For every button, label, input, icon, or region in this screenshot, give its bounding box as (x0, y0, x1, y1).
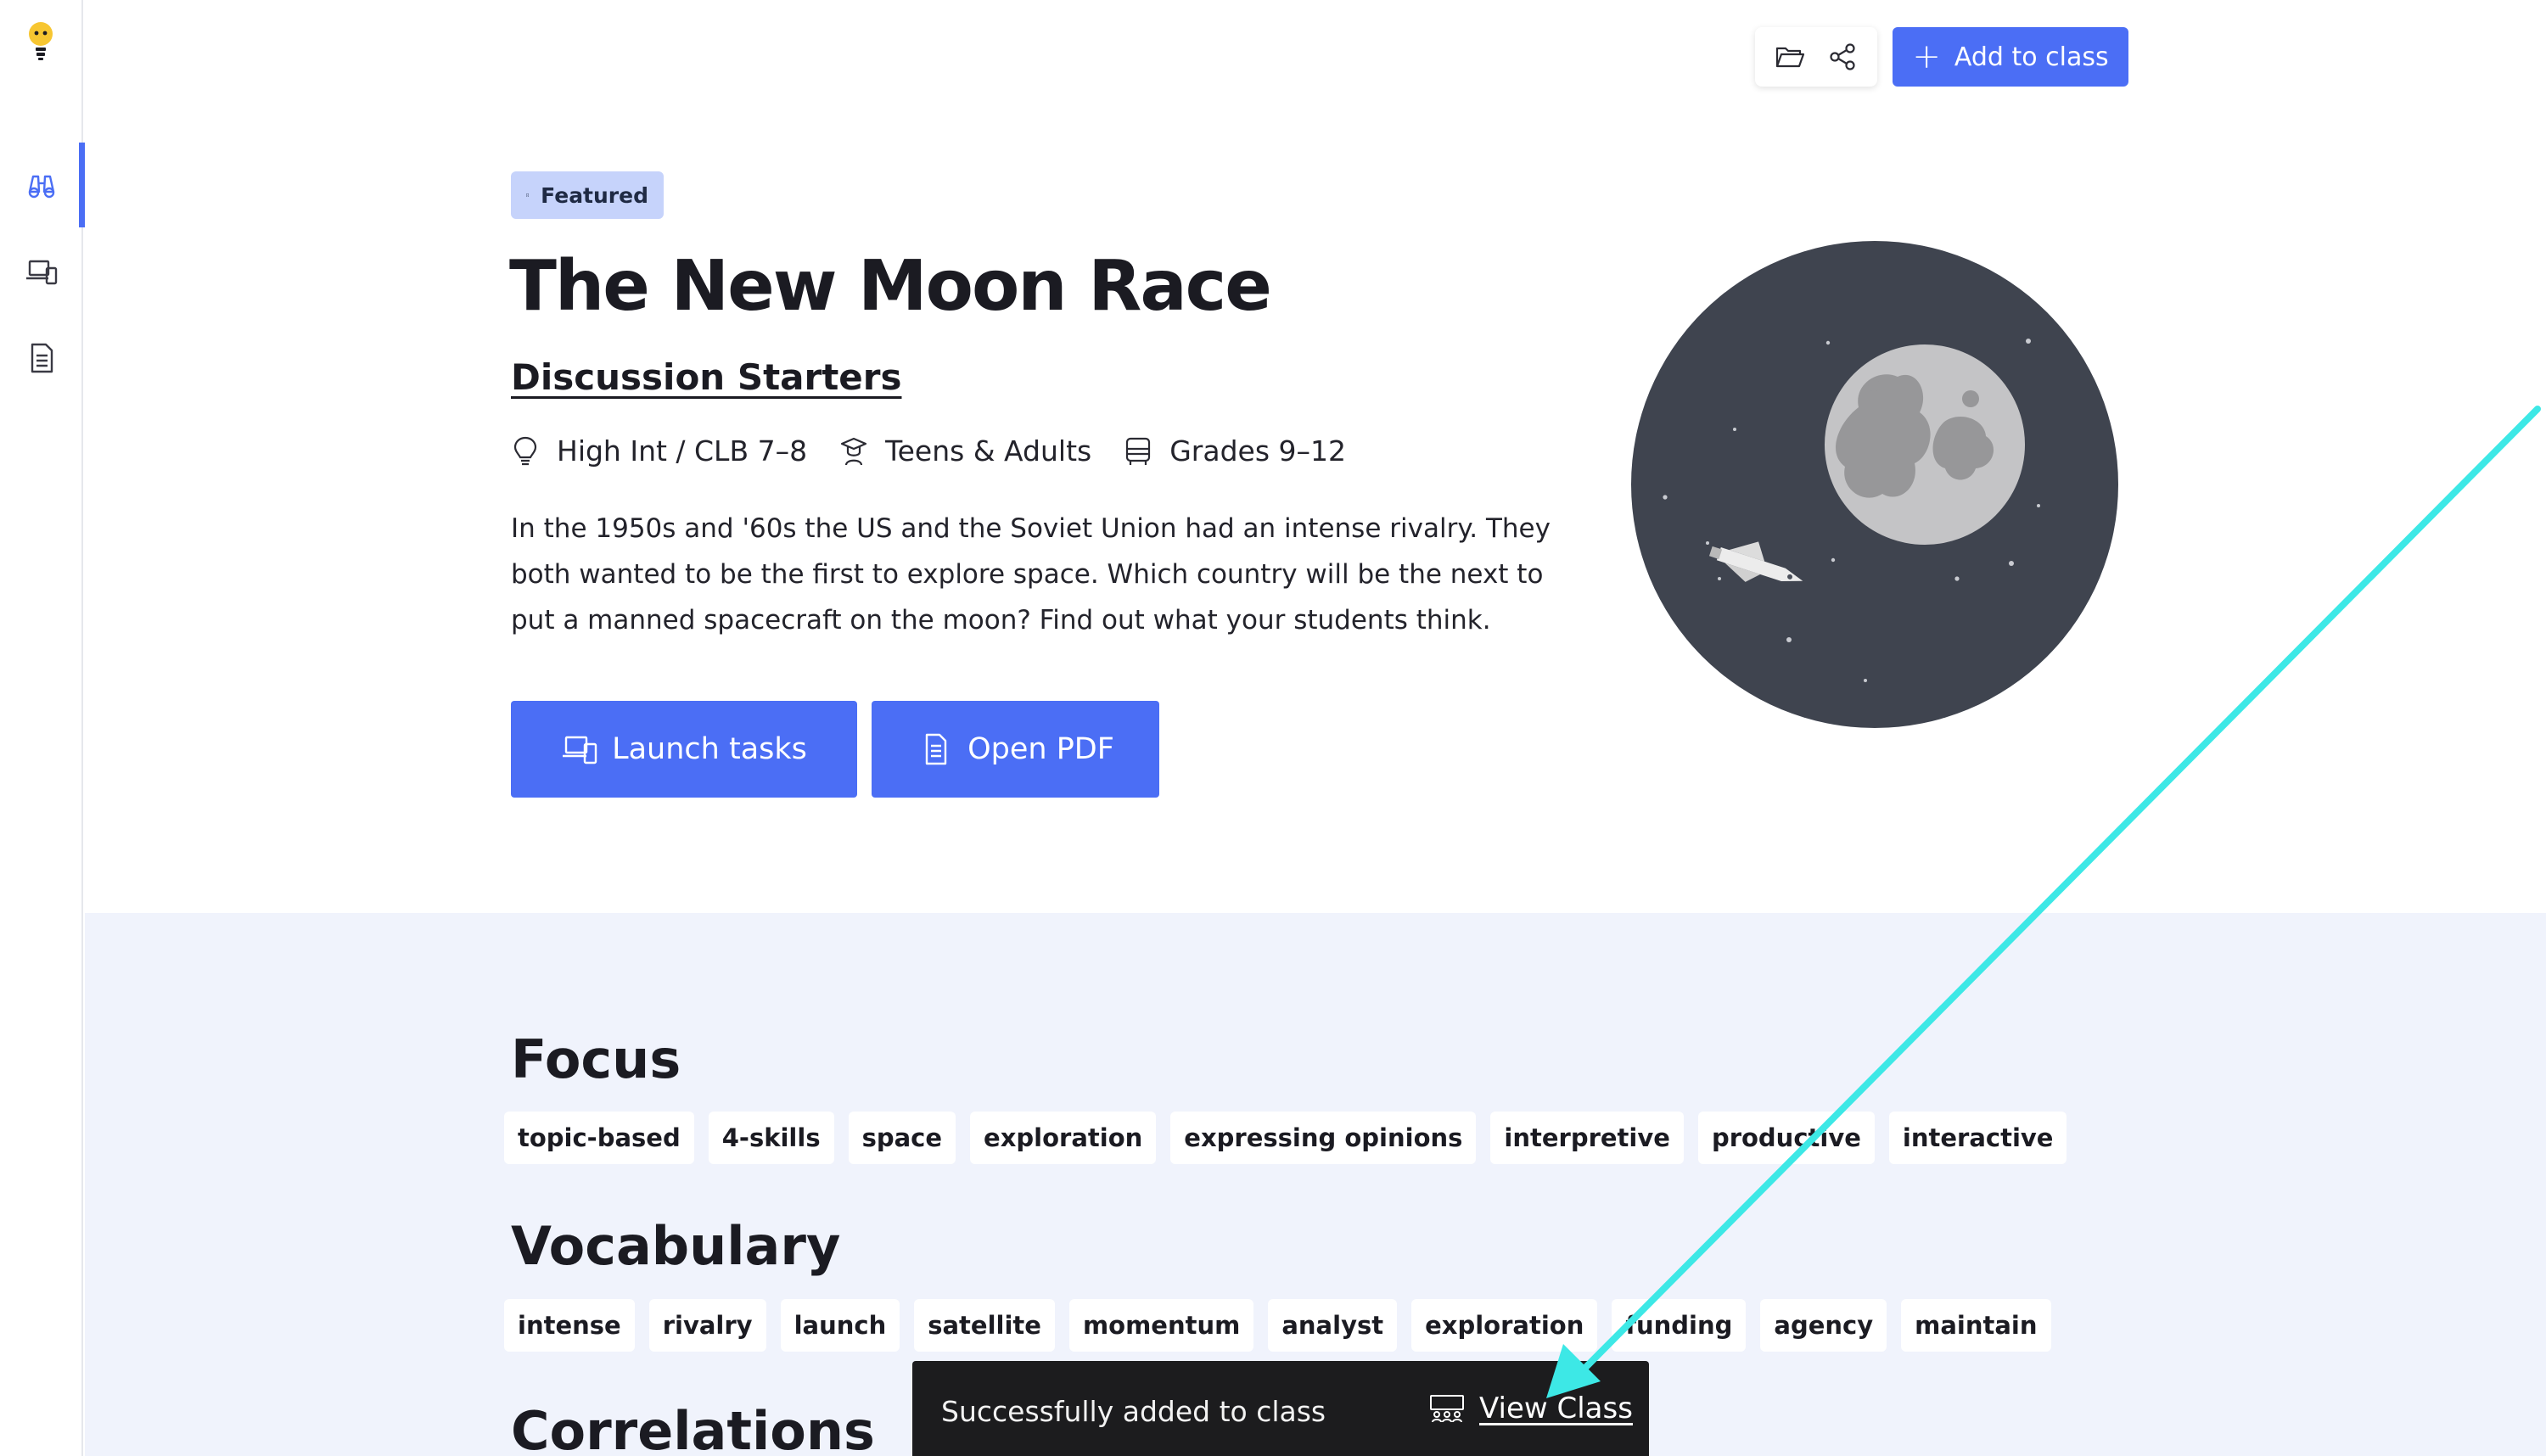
audience-info: Teens & Adults (839, 434, 1091, 468)
focus-tag[interactable]: topic-based (504, 1112, 694, 1164)
bus-icon (1126, 437, 1151, 465)
grades-text: Grades 9–12 (1169, 434, 1346, 468)
folder-button[interactable] (1766, 33, 1814, 81)
focus-tag[interactable]: productive (1697, 1112, 1875, 1164)
launch-tasks-button[interactable]: Launch tasks (511, 701, 857, 798)
focus-tag[interactable]: interpretive (1490, 1112, 1684, 1164)
devices-icon (26, 260, 58, 285)
add-to-class-label: Add to class (1954, 42, 2109, 72)
focus-tag[interactable]: space (848, 1112, 956, 1164)
audience-text: Teens & Adults (885, 434, 1092, 468)
launch-tasks-label: Launch tasks (612, 732, 807, 766)
nav-explore[interactable] (0, 143, 85, 227)
vocabulary-tag[interactable]: intense (504, 1299, 635, 1352)
document-icon (925, 733, 947, 765)
vocabulary-tag[interactable]: exploration (1411, 1299, 1598, 1352)
category-link[interactable]: Discussion Starters (511, 356, 901, 398)
graduate-icon (840, 437, 867, 465)
focus-tags: topic-based 4-skills space exploration e… (504, 1112, 2067, 1164)
grades-info: Grades 9–12 (1124, 434, 1346, 468)
document-icon (31, 343, 53, 373)
folder-icon (1775, 47, 1805, 68)
nav-documents[interactable] (0, 316, 83, 400)
binoculars-icon (28, 175, 55, 199)
vocabulary-heading: Vocabulary (511, 1215, 841, 1277)
share-icon (1830, 43, 1855, 70)
open-pdf-label: Open PDF (967, 732, 1114, 766)
level-info: High Int / CLB 7–8 (511, 434, 807, 468)
lightbulb-icon (513, 436, 537, 465)
lesson-title: The New Moon Race (509, 246, 1272, 327)
vocabulary-tag[interactable]: satellite (914, 1299, 1055, 1352)
vocabulary-tag[interactable]: rivalry (648, 1299, 766, 1352)
focus-tag[interactable]: exploration (970, 1112, 1157, 1164)
lightbulb-logo-icon[interactable] (24, 19, 58, 63)
classroom-icon (1430, 1395, 1464, 1423)
featured-label: Featured (541, 182, 648, 208)
focus-tag[interactable]: expressing opinions (1170, 1112, 1477, 1164)
vocabulary-tag[interactable]: launch (780, 1299, 900, 1352)
view-class-label: View Class (1479, 1392, 1633, 1425)
action-group (1755, 27, 1877, 87)
focus-tag[interactable]: 4-skills (708, 1112, 834, 1164)
nav-tasks[interactable] (0, 229, 83, 314)
featured-badge: Featured (511, 171, 664, 219)
add-to-class-button[interactable]: + Add to class (1893, 27, 2128, 87)
vocabulary-tag[interactable]: agency (1760, 1299, 1887, 1352)
open-pdf-button[interactable]: Open PDF (872, 701, 1159, 798)
view-class-link[interactable]: View Class (1428, 1392, 1633, 1425)
level-text: High Int / CLB 7–8 (557, 434, 808, 468)
sidebar (0, 0, 85, 1456)
vocabulary-tags: intense rivalry launch satellite momentu… (504, 1299, 2051, 1352)
devices-icon (563, 736, 597, 764)
plus-icon: + (1912, 37, 1941, 76)
success-snackbar: Successfully added to class View Class (912, 1361, 1649, 1456)
focus-heading: Focus (511, 1028, 681, 1090)
lesson-description: In the 1950s and '60s the US and the Sov… (511, 513, 1551, 636)
correlations-heading: Correlations (511, 1400, 875, 1456)
focus-tag[interactable]: interactive (1888, 1112, 2067, 1164)
share-button[interactable] (1819, 33, 1866, 81)
lesson-meta: High Int / CLB 7–8 Teens & Adults Grades… (511, 434, 1378, 468)
vocabulary-tag[interactable]: momentum (1068, 1299, 1254, 1352)
bookmark-icon (526, 193, 529, 197)
vocabulary-tag[interactable]: analyst (1268, 1299, 1398, 1352)
snackbar-message: Successfully added to class (941, 1395, 1326, 1428)
moon-space-illustration (1631, 241, 2118, 728)
vocabulary-tag[interactable]: maintain (1901, 1299, 2051, 1352)
vocabulary-tag[interactable]: funding (1612, 1299, 1747, 1352)
